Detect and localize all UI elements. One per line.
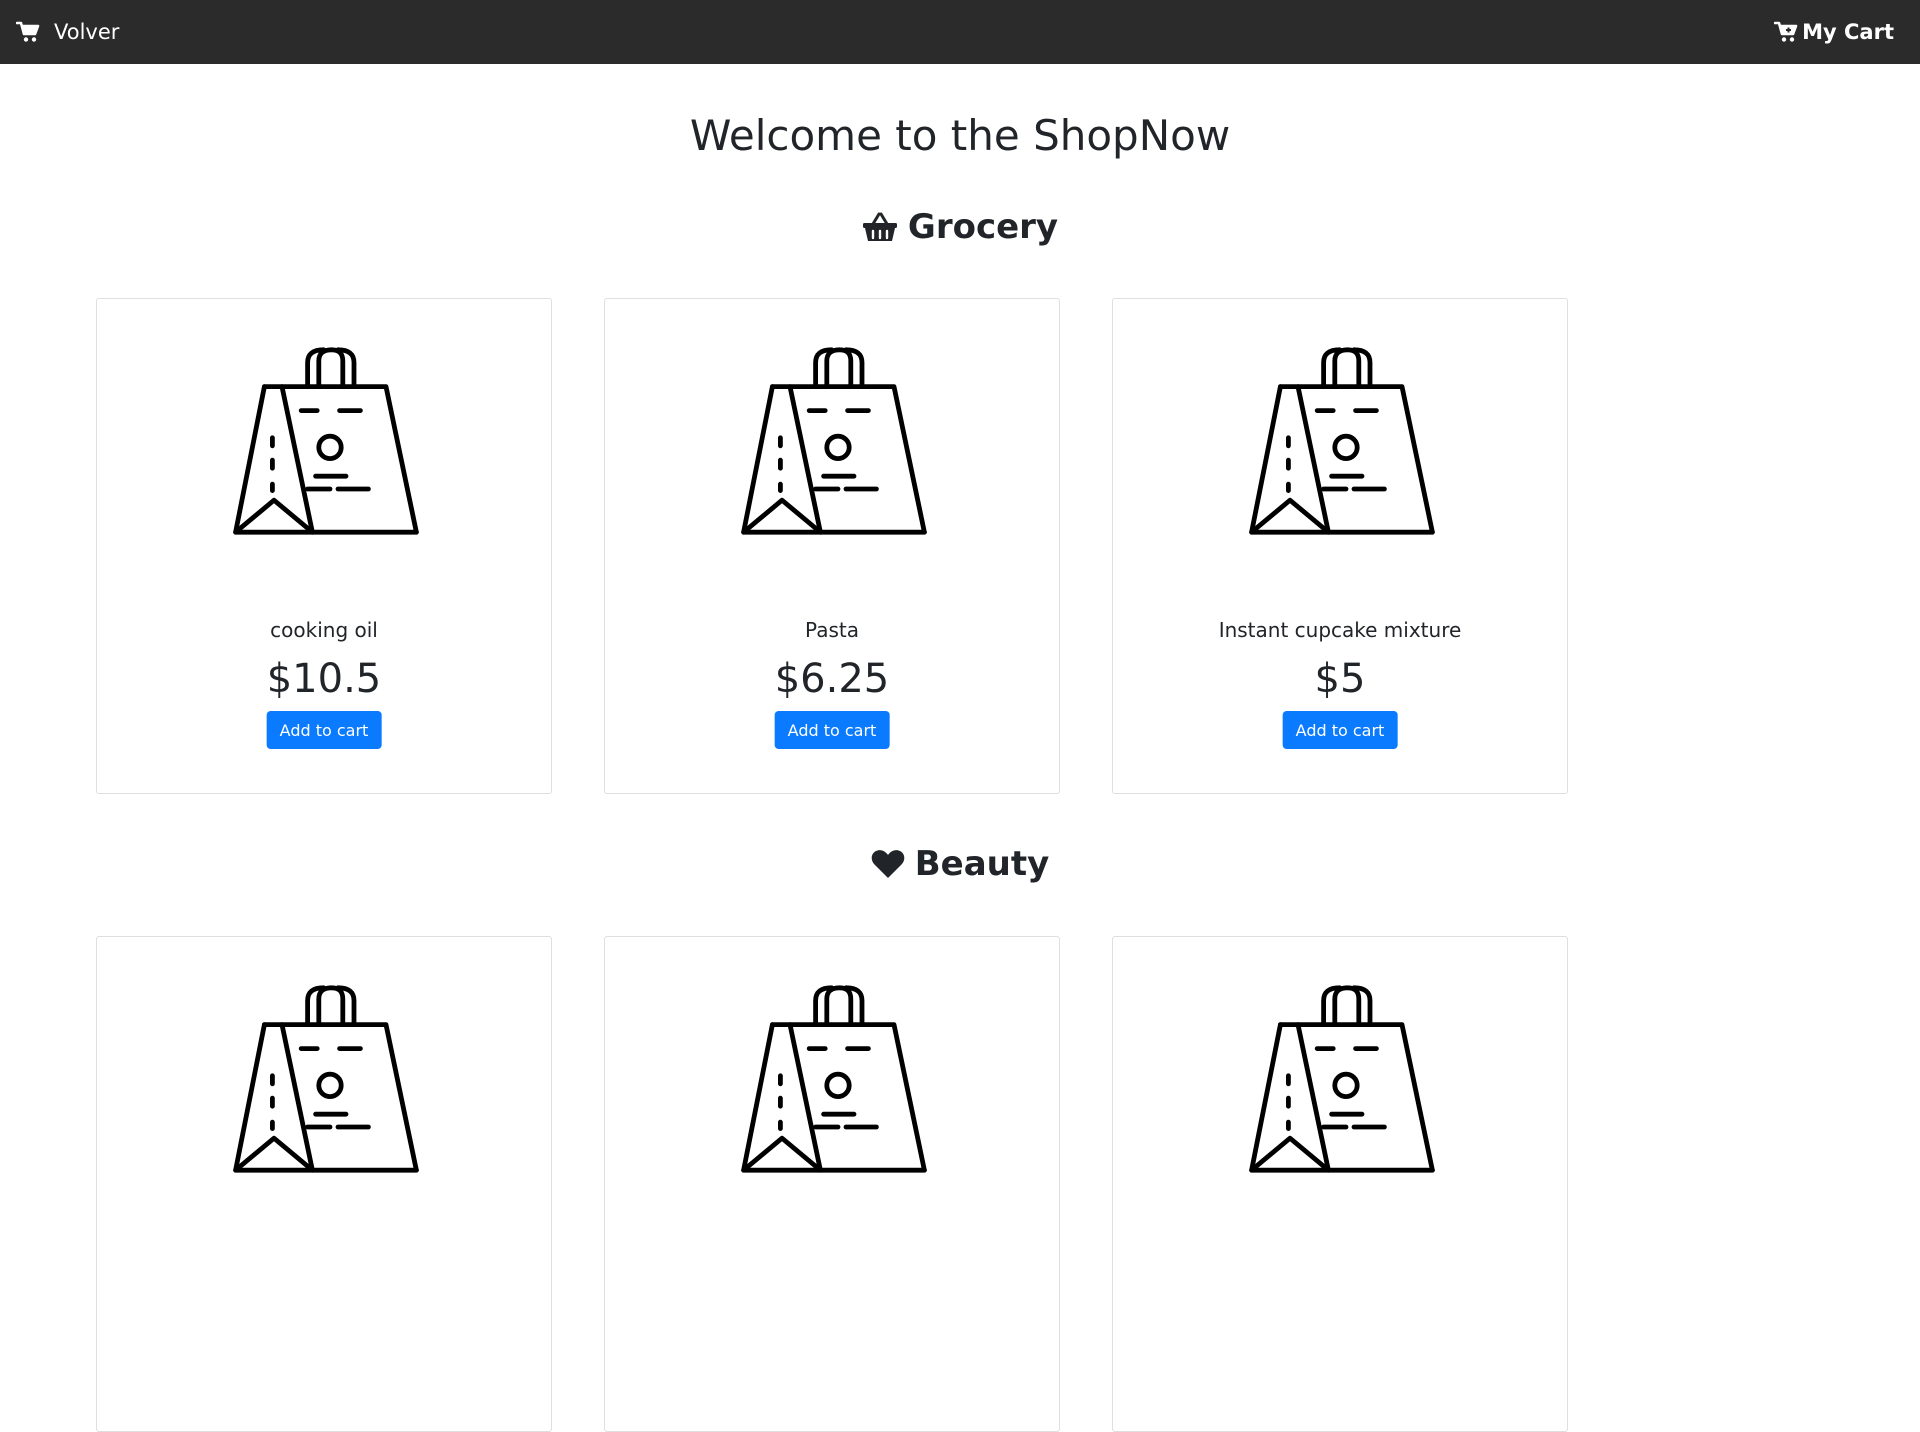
product-card	[604, 936, 1060, 1432]
shopping-bag-icon	[741, 985, 927, 1173]
grocery-product-row: cooking oil $10.5 Add to cart Pasta $6.2…	[96, 298, 1568, 794]
my-cart-label: My Cart	[1802, 20, 1894, 44]
navbar: Volver My Cart	[0, 0, 1920, 64]
shopping-bag-icon	[1249, 347, 1435, 535]
brand-label: Volver	[54, 20, 120, 44]
heart-icon	[871, 849, 905, 879]
product-price: $5	[1314, 656, 1366, 702]
category-title-beauty: Beauty	[0, 840, 1920, 888]
add-to-cart-button[interactable]: Add to cart	[1282, 711, 1398, 749]
shopping-bag-icon	[233, 985, 419, 1173]
product-card	[96, 936, 552, 1432]
shopping-bag-icon	[741, 347, 927, 535]
shopping-bag-icon	[233, 347, 419, 535]
product-name: Instant cupcake mixture	[1218, 618, 1462, 642]
product-price: $6.25	[774, 656, 890, 702]
shopping-cart-icon	[16, 21, 40, 43]
category-label: Grocery	[907, 207, 1059, 247]
brand-link[interactable]: Volver	[16, 20, 119, 44]
product-name: Pasta	[805, 618, 859, 642]
category-title-grocery: Grocery	[0, 203, 1920, 251]
page-title: Welcome to the ShopNow	[689, 111, 1231, 160]
basket-icon	[862, 212, 898, 242]
my-cart-link[interactable]: My Cart	[1774, 20, 1894, 44]
category-label: Beauty	[914, 844, 1050, 884]
add-to-cart-button[interactable]: Add to cart	[266, 711, 382, 749]
product-card	[1112, 936, 1568, 1432]
shopping-bag-icon	[1249, 985, 1435, 1173]
product-card: cooking oil $10.5 Add to cart	[96, 298, 552, 794]
add-to-cart-button[interactable]: Add to cart	[774, 711, 890, 749]
beauty-product-row	[96, 936, 1568, 1432]
product-name: cooking oil	[270, 618, 378, 642]
cart-plus-icon	[1774, 21, 1798, 43]
product-card: Pasta $6.25 Add to cart	[604, 298, 1060, 794]
product-price: $10.5	[266, 656, 382, 702]
product-card: Instant cupcake mixture $5 Add to cart	[1112, 298, 1568, 794]
